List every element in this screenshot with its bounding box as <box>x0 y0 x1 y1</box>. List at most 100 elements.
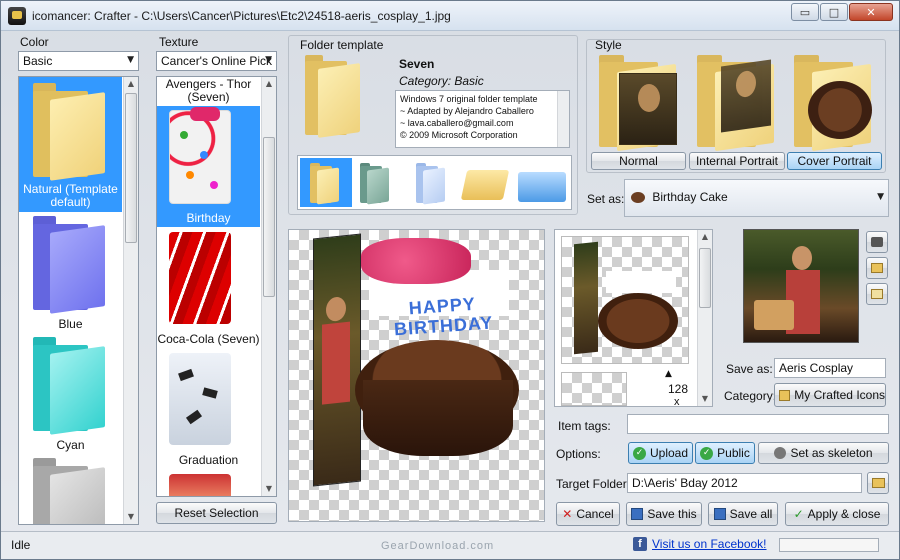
texture-dropdown-value: Cancer's Online Pick <box>161 54 272 68</box>
color-item-blue[interactable]: Blue <box>19 214 122 332</box>
texture-item-label: Avengers - Thor (Seven) <box>165 77 252 104</box>
template-description-box[interactable]: Windows 7 original folder template ~ Ada… <box>395 90 570 148</box>
texture-item-cocacola[interactable]: Coca-Cola (Seven) <box>157 228 260 346</box>
thumb-size-unit: x <box>674 396 680 408</box>
cancel-button[interactable]: ✕ Cancel <box>556 502 620 526</box>
texture-item-graduation[interactable]: Graduation <box>157 349 260 467</box>
close-button[interactable]: ✕ <box>849 3 893 21</box>
color-list-scrollbar[interactable]: ▲ ▼ <box>123 77 138 524</box>
texture-item-label: Graduation <box>178 453 239 467</box>
style-preview-normal[interactable] <box>599 55 683 152</box>
search-image-icon[interactable] <box>866 283 888 305</box>
category-button[interactable]: My Crafted Icons <box>774 383 886 407</box>
chevron-down-icon: ▼ <box>127 55 134 65</box>
thumbnail-large[interactable] <box>561 236 689 364</box>
category-label: Category: <box>724 389 777 403</box>
scroll-up-icon[interactable]: ▲ <box>124 77 138 91</box>
cancel-label: Cancel <box>576 507 614 521</box>
check-icon: ✓ <box>632 446 646 460</box>
texture-dropdown[interactable]: Cancer's Online Pick ▼ <box>156 51 277 71</box>
template-option-green[interactable] <box>360 163 392 205</box>
scroll-up-icon[interactable]: ▲ <box>262 77 276 91</box>
style-cover-portrait-button[interactable]: Cover Portrait <box>787 152 882 170</box>
public-toggle[interactable]: ✓ Public <box>695 442 755 464</box>
template-description: Windows 7 original folder template ~ Ada… <box>400 94 538 140</box>
style-preview-internal[interactable] <box>697 55 781 152</box>
disks-icon <box>713 508 726 520</box>
skeleton-label: Set as skeleton <box>790 446 873 460</box>
texture-list[interactable]: Avengers - Thor (Seven) Birthday Coca-Co… <box>156 76 277 497</box>
minimize-button[interactable]: ▭ <box>791 3 819 21</box>
upload-label: Upload <box>649 446 689 460</box>
chevron-down-icon: ▼ <box>877 192 884 202</box>
app-icon <box>8 7 26 25</box>
upload-toggle[interactable]: ✓ Upload <box>628 442 693 464</box>
save-all-button[interactable]: Save all <box>708 502 778 526</box>
thumbnail-small[interactable] <box>561 372 627 406</box>
color-dropdown[interactable]: Basic ▼ <box>18 51 139 71</box>
facebook-icon: f <box>633 537 647 551</box>
browse-folder-button[interactable] <box>867 472 889 494</box>
style-normal-button[interactable]: Normal <box>591 152 686 170</box>
style-internal-portrait-button[interactable]: Internal Portrait <box>689 152 785 170</box>
texture-item-thor[interactable]: Avengers - Thor (Seven) <box>157 77 260 105</box>
scroll-down-icon[interactable]: ▼ <box>698 392 712 406</box>
scroll-thumb[interactable] <box>263 137 275 297</box>
texture-item-label: Birthday <box>186 211 231 225</box>
portrait-panel <box>313 233 361 487</box>
texture-item-label: Coca-Cola (Seven) <box>157 332 260 346</box>
scroll-down-icon[interactable]: ▼ <box>262 482 276 496</box>
template-option-open[interactable] <box>460 170 510 200</box>
cake-image <box>808 81 872 139</box>
template-name: Seven <box>399 57 435 71</box>
facebook-link-group[interactable]: f Visit us on Facebook! <box>633 537 767 551</box>
bow-icon <box>361 238 471 284</box>
template-strip[interactable] <box>297 155 572 210</box>
color-list[interactable]: Natural (Template default) Blue Cyan ▲ ▼ <box>18 76 139 525</box>
thumbnail-strip[interactable]: ▲ 128 x ▲ ▼ <box>554 229 713 408</box>
template-option-blue[interactable] <box>518 172 566 202</box>
cake-body <box>363 380 513 456</box>
open-image-icon[interactable] <box>866 257 888 279</box>
camera-icon[interactable] <box>866 231 888 253</box>
target-folder-input[interactable]: D:\Aeris' Bday 2012 <box>627 473 862 493</box>
color-item-natural[interactable]: Natural (Template default) <box>19 77 122 212</box>
options-label: Options: <box>556 447 601 461</box>
color-item-gray[interactable] <box>19 456 122 524</box>
scroll-thumb[interactable] <box>125 93 137 243</box>
birthday-texture-icon <box>169 107 231 204</box>
template-option-seven[interactable] <box>300 158 352 207</box>
texture-item-partial[interactable] <box>157 470 260 496</box>
reset-selection-button[interactable]: Reset Selection <box>156 502 277 524</box>
scroll-up-icon[interactable]: ▲ <box>698 230 712 244</box>
title-bar: icomancer: Crafter - C:\Users\Cancer\Pic… <box>1 1 899 31</box>
template-option-glass[interactable] <box>416 163 448 205</box>
facebook-link[interactable]: Visit us on Facebook! <box>652 537 767 551</box>
maximize-button[interactable]: □ <box>820 3 848 21</box>
texture-panel-label: Texture <box>159 35 199 49</box>
description-scrollbar[interactable] <box>557 91 569 147</box>
save-this-button[interactable]: Save this <box>626 502 702 526</box>
texture-list-scrollbar[interactable]: ▲ ▼ <box>261 77 276 496</box>
color-dropdown-value: Basic <box>23 54 53 68</box>
thumbnail-scrollbar[interactable]: ▲ ▼ <box>697 230 712 406</box>
set-as-dropdown[interactable]: Birthday Cake ▼ <box>624 179 889 217</box>
style-preview-cover[interactable] <box>794 55 878 152</box>
item-tags-input[interactable] <box>627 414 889 434</box>
scroll-down-icon[interactable]: ▼ <box>124 510 138 524</box>
color-item-label: Natural (Template default) <box>23 182 118 209</box>
folder-icon <box>33 458 111 524</box>
folder-icon <box>33 216 111 314</box>
set-as-skeleton-toggle[interactable]: Set as skeleton <box>758 442 889 464</box>
color-item-cyan[interactable]: Cyan <box>19 335 122 453</box>
save-as-input[interactable]: Aeris Cosplay <box>774 358 886 378</box>
scroll-thumb[interactable] <box>699 248 711 308</box>
window-controls: ▭ □ ✕ <box>790 3 893 21</box>
folder-icon <box>871 478 885 488</box>
texture-item-birthday[interactable]: Birthday <box>157 106 260 227</box>
target-folder-label: Target Folder: <box>556 477 631 491</box>
progress-bar <box>779 538 879 552</box>
portrait-image <box>619 73 677 145</box>
thumb-up-icon[interactable]: ▲ <box>665 369 672 379</box>
apply-close-button[interactable]: ✓ Apply & close <box>785 502 889 526</box>
